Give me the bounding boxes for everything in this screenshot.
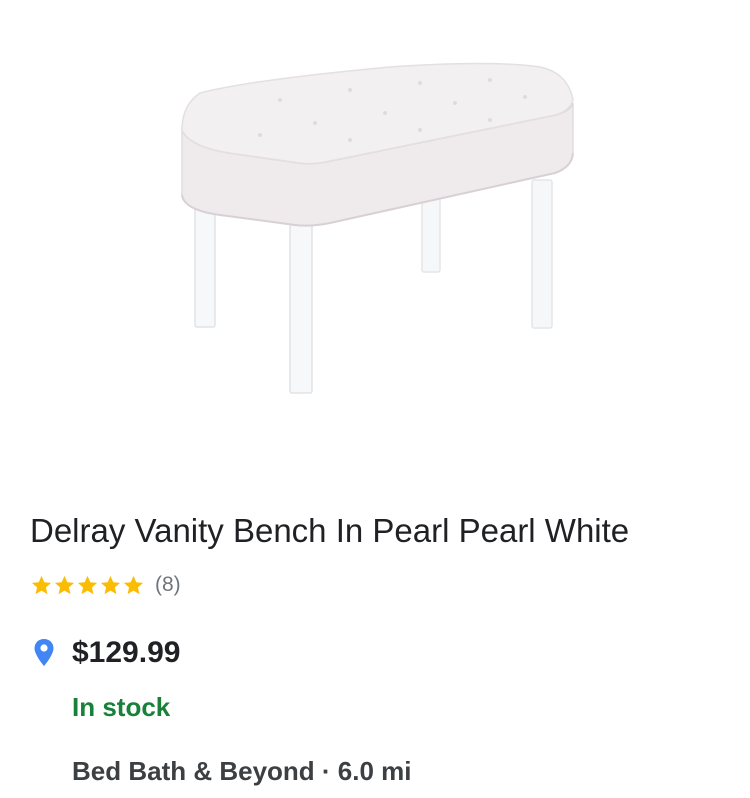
store-distance: 6.0 mi [337,756,412,786]
star-icon [77,575,98,594]
rating-row[interactable]: (8) [30,570,181,600]
separator: · [314,756,338,786]
star-icon [100,575,121,594]
star-icon [123,575,144,594]
price-row: $129.99 [33,633,180,673]
product-image[interactable] [160,55,590,405]
review-count[interactable]: (8) [155,573,181,597]
store-info[interactable]: Bed Bath & Beyond · 6.0 mi [72,756,412,787]
map-pin-icon [34,639,54,666]
product-title[interactable]: Delray Vanity Bench In Pearl Pearl White [30,510,629,552]
star-icon [31,575,52,594]
store-name[interactable]: Bed Bath & Beyond [72,756,315,786]
availability-status: In stock [72,692,171,722]
product-price: $129.99 [72,636,181,669]
bench-illustration [181,62,574,394]
star-rating [30,574,145,597]
star-icon [54,575,75,594]
